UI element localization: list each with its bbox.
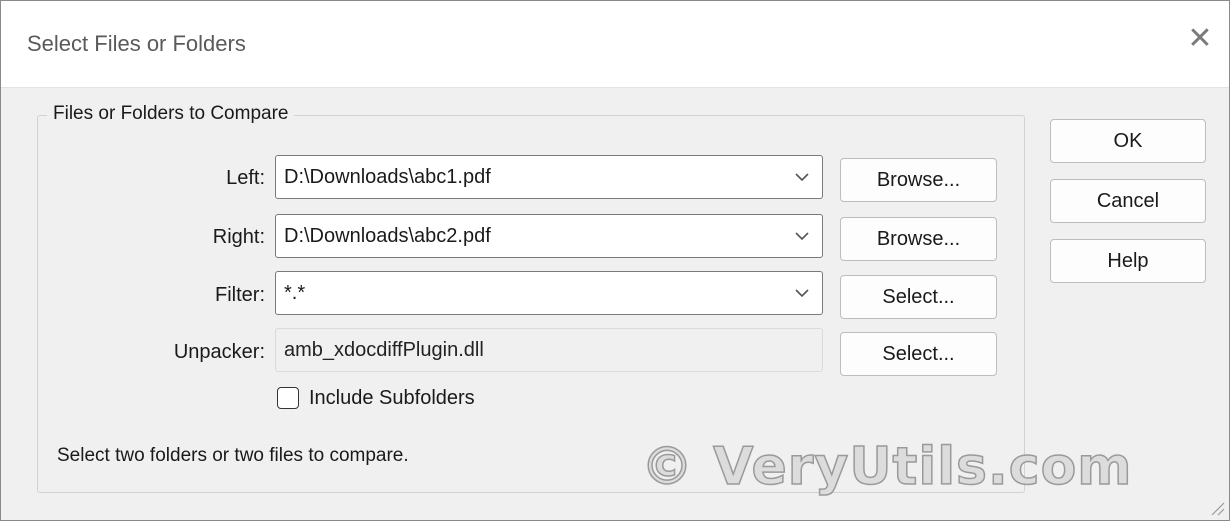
chevron-down-icon[interactable] — [792, 167, 812, 187]
window-title: Select Files or Folders — [27, 31, 246, 56]
left-browse-button[interactable]: Browse... — [840, 158, 997, 202]
close-icon[interactable]: ✕ — [1184, 23, 1216, 55]
ok-button[interactable]: OK — [1050, 119, 1206, 163]
cancel-button[interactable]: Cancel — [1050, 179, 1206, 223]
title-bar: Select Files or Folders ✕ — [1, 1, 1229, 88]
groupbox-legend: Files or Folders to Compare — [47, 103, 295, 125]
watermark-text: © VeryUtils.com — [640, 436, 1133, 498]
filter-value: *.* — [284, 282, 306, 304]
filter-combobox[interactable]: *.* — [275, 271, 823, 315]
status-text: Select two folders or two files to compa… — [57, 445, 409, 466]
left-path-value: D:\Downloads\abc1.pdf — [284, 166, 491, 188]
right-browse-button[interactable]: Browse... — [840, 217, 997, 261]
include-subfolders-label[interactable]: Include Subfolders — [309, 387, 475, 410]
unpacker-select-button[interactable]: Select... — [840, 332, 997, 376]
resize-grip-icon[interactable] — [1207, 498, 1225, 516]
filter-select-button[interactable]: Select... — [840, 275, 997, 319]
include-subfolders-checkbox[interactable] — [277, 387, 299, 409]
chevron-down-icon[interactable] — [792, 283, 812, 303]
dialog-window: Select Files or Folders ✕ Files or Folde… — [0, 0, 1230, 521]
filter-label: Filter: — [215, 284, 265, 306]
right-path-value: D:\Downloads\abc2.pdf — [284, 225, 491, 247]
left-path-combobox[interactable]: D:\Downloads\abc1.pdf — [275, 155, 823, 199]
left-label: Left: — [226, 167, 265, 189]
help-button[interactable]: Help — [1050, 239, 1206, 283]
right-path-combobox[interactable]: D:\Downloads\abc2.pdf — [275, 214, 823, 258]
unpacker-value: amb_xdocdiffPlugin.dll — [284, 339, 484, 361]
chevron-down-icon[interactable] — [792, 226, 812, 246]
unpacker-label: Unpacker: — [173, 341, 265, 363]
unpacker-field: amb_xdocdiffPlugin.dll — [275, 328, 823, 372]
right-label: Right: — [212, 226, 265, 248]
